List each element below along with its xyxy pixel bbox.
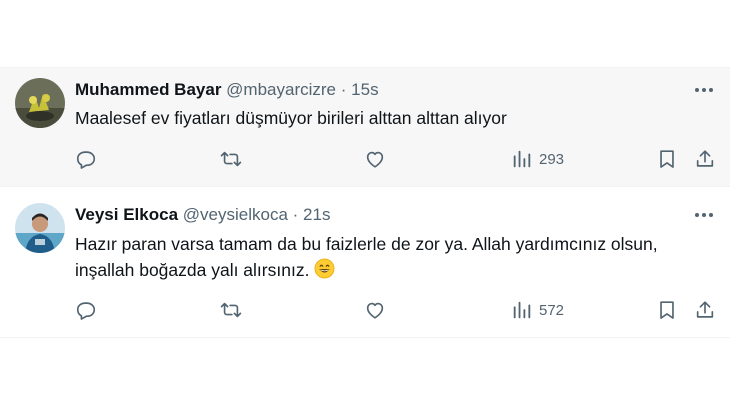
share-button[interactable] xyxy=(694,147,716,171)
author-handle[interactable]: @mbayarcizre xyxy=(226,80,336,99)
bookmark-icon xyxy=(660,301,674,319)
reply-button[interactable] xyxy=(75,298,97,322)
avatar[interactable] xyxy=(15,78,65,128)
tweet[interactable]: Muhammed Bayar @mbayarcizre · 15s Maales… xyxy=(0,68,730,186)
tweet-header: Muhammed Bayar @mbayarcizre · 15s xyxy=(75,80,379,100)
bookmark-icon xyxy=(660,150,674,168)
bottom-divider xyxy=(0,337,730,338)
share-button[interactable] xyxy=(694,298,716,322)
bookmark-button[interactable] xyxy=(656,298,678,322)
like-button[interactable] xyxy=(364,147,386,171)
action-bar: 293 xyxy=(0,147,730,171)
separator: · xyxy=(292,205,299,224)
reply-button[interactable] xyxy=(75,147,97,171)
action-bar: 572 xyxy=(0,298,730,322)
tweet-text-line: Hazır paran varsa tamam da bu faizlerle … xyxy=(75,234,658,254)
heart-icon xyxy=(366,151,384,168)
more-icon[interactable] xyxy=(692,80,716,100)
views-count: 293 xyxy=(539,150,565,168)
avatar[interactable] xyxy=(15,203,65,253)
author-name[interactable]: Veysi Elkoca xyxy=(75,205,178,224)
retweet-button[interactable] xyxy=(220,147,242,171)
retweet-button[interactable] xyxy=(220,298,242,322)
views-icon xyxy=(513,150,531,168)
tweet-text: Maalesef ev fiyatları düşmüyor birileri … xyxy=(75,108,507,128)
timestamp[interactable]: 21s xyxy=(303,205,330,224)
retweet-icon xyxy=(220,151,242,167)
author-name[interactable]: Muhammed Bayar xyxy=(75,80,221,99)
share-icon xyxy=(696,150,714,167)
share-icon xyxy=(696,301,714,318)
tweet-text-segment: inşallah boğazda yalı alırsınız. xyxy=(75,260,310,280)
views-button[interactable]: 572 xyxy=(511,298,564,322)
heart-icon xyxy=(366,302,384,319)
reply-icon xyxy=(76,151,96,169)
bookmark-button[interactable] xyxy=(656,147,678,171)
tweet-text: Hazır paran varsa tamam da bu faizlerle … xyxy=(75,231,715,286)
tweet-text-line: inşallah boğazda yalı alırsınız. xyxy=(75,257,715,286)
more-icon[interactable] xyxy=(692,205,716,225)
views-button[interactable]: 293 xyxy=(511,147,564,171)
views-count: 572 xyxy=(539,301,565,319)
tweet-header: Veysi Elkoca @veysielkoca · 21s xyxy=(75,205,330,225)
tweet[interactable]: Veysi Elkoca @veysielkoca · 21s Hazır pa… xyxy=(0,187,730,337)
author-handle[interactable]: @veysielkoca xyxy=(183,205,288,224)
views-icon xyxy=(513,301,531,319)
reply-icon xyxy=(76,302,96,320)
timestamp[interactable]: 15s xyxy=(351,80,378,99)
separator: · xyxy=(340,80,347,99)
like-button[interactable] xyxy=(364,298,386,322)
grinning-emoji-icon xyxy=(314,258,335,286)
retweet-icon xyxy=(220,302,242,318)
